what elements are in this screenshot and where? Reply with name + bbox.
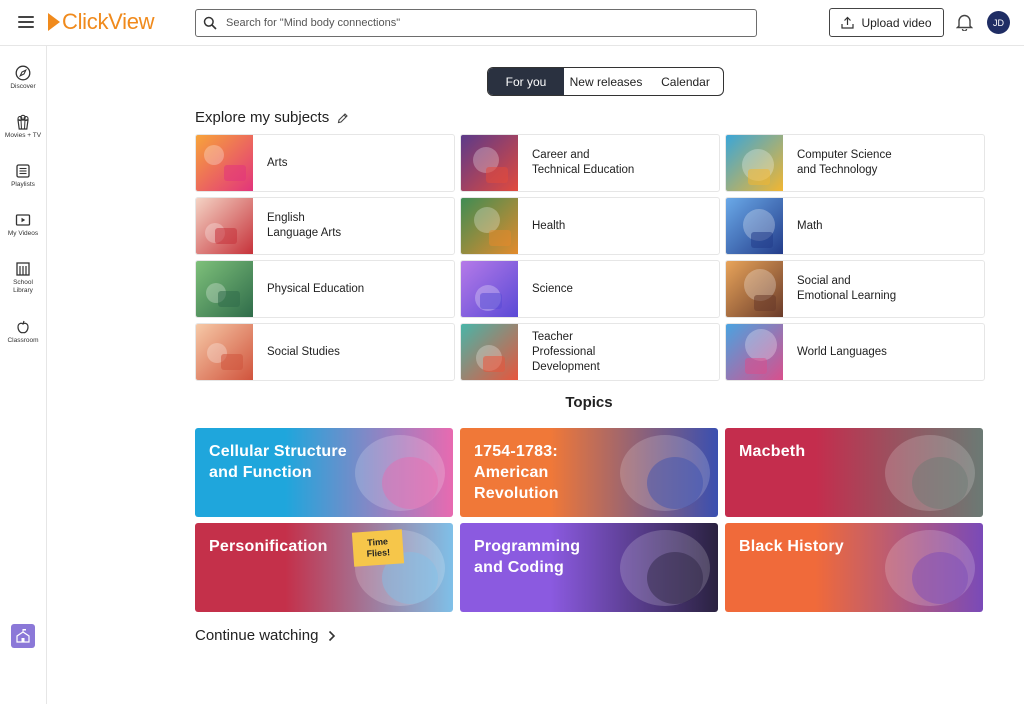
user-avatar[interactable]: JD [987, 11, 1010, 34]
subject-card[interactable]: Health [460, 197, 720, 255]
sidebar-item-label: Classroom [7, 337, 39, 344]
subject-card[interactable]: World Languages [725, 323, 985, 381]
subject-card[interactable]: English Language Arts [195, 197, 455, 255]
search-input[interactable] [224, 16, 748, 30]
school-building-icon[interactable] [11, 624, 35, 648]
subject-label: Computer Science and Technology [797, 149, 892, 176]
sidebar-item-playlists[interactable]: Playlists [0, 163, 46, 189]
topic-label: Macbeth [739, 443, 806, 460]
tab-new-releases[interactable]: New releases [564, 68, 648, 95]
topic-card[interactable]: Time Flies! Personification [195, 523, 453, 612]
subject-label: Math [797, 219, 823, 232]
compass-icon [15, 65, 31, 81]
continue-watching-title: Continue watching [195, 627, 319, 644]
search-box[interactable] [195, 9, 757, 37]
sidebar-item-label: School Library [13, 279, 33, 294]
subject-label: English Language Arts [267, 212, 342, 239]
topic-card[interactable]: Macbeth [725, 428, 983, 517]
sidebar-item-label: My Videos [7, 230, 39, 237]
subject-thumbnail [726, 324, 783, 380]
sidebar-item-discover[interactable]: Discover [0, 65, 46, 91]
subject-thumbnail [461, 261, 518, 317]
subject-label: Health [532, 219, 566, 232]
sidebar-item-label: Playlists [11, 181, 35, 188]
explore-subjects-title: Explore my subjects [195, 109, 330, 126]
subject-card[interactable]: Physical Education [195, 260, 455, 318]
sidebar-item-my-videos[interactable]: My Videos [0, 212, 46, 238]
logo-text: ClickView [62, 9, 155, 34]
edit-pencil-icon[interactable] [337, 112, 349, 124]
subject-thumbnail [726, 198, 783, 254]
subject-thumbnail [726, 135, 783, 191]
search-icon [196, 16, 224, 30]
subject-label: World Languages [797, 345, 887, 358]
topic-card[interactable]: Black History [725, 523, 983, 612]
subject-card[interactable]: Math [725, 197, 985, 255]
subject-thumbnail [196, 135, 253, 191]
subject-label: Career and Technical Education [532, 149, 635, 176]
play-logo-icon [48, 13, 60, 31]
subject-card[interactable]: Science [460, 260, 720, 318]
chevron-right-icon [329, 630, 336, 641]
subject-card[interactable]: Career and Technical Education [460, 134, 720, 192]
apple-icon [17, 320, 29, 334]
topic-label: 1754-1783: American Revolution [474, 443, 559, 502]
top-bar: ClickView Upload video JD [0, 0, 1024, 46]
topic-label: Programming and Coding [474, 538, 581, 576]
subject-label: Science [532, 282, 573, 295]
subject-thumbnail [196, 324, 253, 380]
video-icon [15, 214, 31, 226]
topic-card[interactable]: Programming and Coding [460, 523, 718, 612]
view-tabs: For you New releases Calendar [487, 67, 724, 96]
subject-card[interactable]: Teacher Professional Development [460, 323, 720, 381]
sidebar-item-label: Discover [10, 83, 36, 90]
subject-card[interactable]: Computer Science and Technology [725, 134, 985, 192]
menu-icon[interactable] [16, 13, 36, 33]
popcorn-icon [17, 114, 29, 130]
notification-bell-icon[interactable] [955, 13, 974, 36]
subject-label: Social and Emotional Learning [797, 275, 897, 302]
upload-icon [841, 16, 855, 29]
subject-card[interactable]: Arts [195, 134, 455, 192]
topic-card[interactable]: Cellular Structure and Function [195, 428, 453, 517]
topic-label: Personification [209, 538, 328, 555]
subject-card[interactable]: Social and Emotional Learning [725, 260, 985, 318]
subject-label: Social Studies [267, 345, 340, 358]
topic-card[interactable]: 1754-1783: American Revolution [460, 428, 718, 517]
subject-thumbnail [196, 261, 253, 317]
subject-thumbnail [461, 135, 518, 191]
upload-video-label: Upload video [861, 15, 932, 30]
subject-thumbnail [461, 198, 518, 254]
sidebar-item-movies-tv[interactable]: Movies + TV [0, 114, 46, 140]
topics-heading: Topics [565, 394, 613, 411]
upload-video-button[interactable]: Upload video [829, 8, 944, 37]
sidebar-item-classroom[interactable]: Classroom [0, 319, 46, 345]
subject-label: Physical Education [267, 282, 365, 295]
tab-calendar[interactable]: Calendar [648, 68, 723, 95]
sidebar-item-school-library[interactable]: School Library [0, 261, 46, 295]
library-icon [16, 262, 30, 276]
sidebar-item-label: Movies + TV [4, 132, 42, 139]
sidebar: Discover Movies + TV Playlists My Videos… [0, 46, 47, 704]
subject-thumbnail [196, 198, 253, 254]
topic-label: Cellular Structure and Function [209, 443, 347, 481]
time-flies-badge: Time Flies! [351, 529, 405, 567]
explore-subjects-heading: Explore my subjects [195, 109, 349, 126]
subject-label: Arts [267, 156, 288, 169]
clickview-logo[interactable]: ClickView [48, 9, 155, 34]
subject-thumbnail [726, 261, 783, 317]
topic-label: Black History [739, 538, 844, 555]
playlist-icon [16, 164, 30, 178]
subject-thumbnail [461, 324, 518, 380]
tab-for-you[interactable]: For you [488, 68, 564, 95]
continue-watching-link[interactable]: Continue watching [195, 627, 336, 644]
subject-card[interactable]: Social Studies [195, 323, 455, 381]
subject-label: Teacher Professional Development [532, 330, 600, 373]
